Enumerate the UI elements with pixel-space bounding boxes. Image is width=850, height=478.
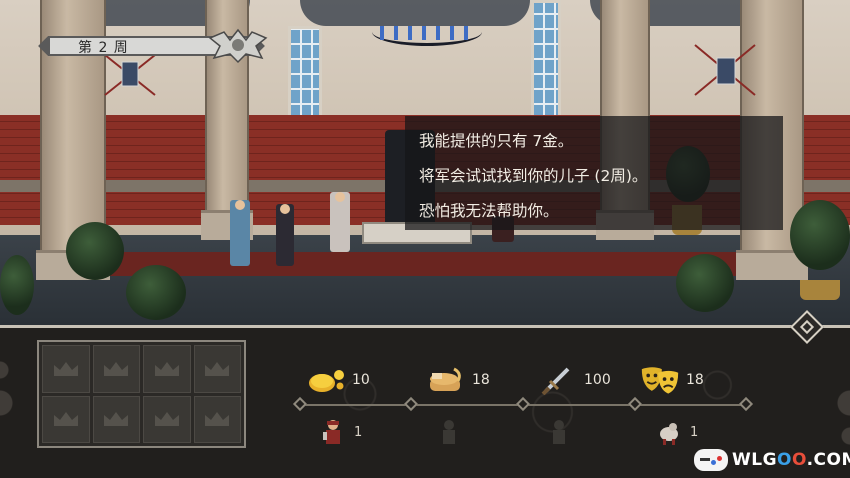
- dialogue-line: 我能提供的只有 7金。: [419, 132, 574, 150]
- crown-slot[interactable]: [92, 395, 140, 443]
- crown-slot[interactable]: [42, 345, 90, 393]
- dialogue-box[interactable]: 我能提供的只有 7金。 将军会试试找到你的儿子 (2周)。 恐怕我无法帮助你。: [405, 116, 783, 230]
- potted-plant: [66, 222, 124, 280]
- crown-slot[interactable]: [143, 345, 191, 393]
- bush: [0, 255, 34, 315]
- gamepad-icon: [694, 449, 728, 471]
- crown-icon: [104, 412, 129, 427]
- site-watermark: WLGOO.COM: [694, 449, 850, 471]
- sword-icon: [538, 363, 578, 397]
- food-value: 18: [472, 372, 490, 388]
- crown-slot[interactable]: [193, 395, 241, 443]
- week-label: 第 2 周: [78, 40, 129, 56]
- population-soldiers[interactable]: 1: [320, 418, 362, 446]
- crown-slot-grid: [37, 340, 246, 448]
- bush: [126, 265, 186, 320]
- plant-pot: [800, 280, 840, 300]
- population-slot-3[interactable]: [546, 418, 572, 446]
- crown-slot[interactable]: [193, 345, 241, 393]
- menu-diamond-button[interactable]: [790, 310, 824, 344]
- shadow-figure-icon: [546, 418, 572, 446]
- crown-slot[interactable]: [143, 395, 191, 443]
- crown-icon: [205, 412, 230, 427]
- resource-gold[interactable]: 10: [306, 362, 370, 398]
- soldiers-count: 1: [354, 424, 363, 440]
- ornament: [810, 348, 850, 458]
- population-slot-2[interactable]: [436, 418, 462, 446]
- crown-icon: [154, 412, 179, 427]
- girl-character[interactable]: [276, 204, 294, 266]
- resource-army[interactable]: 100: [538, 362, 611, 398]
- weapon-rack-icon: [694, 44, 756, 96]
- crown-icon: [104, 361, 129, 376]
- shadow-figure-icon: [436, 418, 462, 446]
- army-value: 100: [584, 372, 611, 388]
- dialogue-line: 恐怕我无法帮助你。: [419, 202, 559, 220]
- ornament: [0, 348, 40, 458]
- food-bread-icon: [426, 363, 466, 397]
- advisor-character[interactable]: [330, 192, 350, 252]
- lion-crest-icon: [208, 28, 268, 64]
- crown-icon: [53, 361, 78, 376]
- soldier-icon: [320, 418, 346, 446]
- crown-icon: [154, 361, 179, 376]
- chandelier: [372, 18, 482, 46]
- pig-figure-icon: [656, 418, 682, 446]
- theater-masks-icon: [640, 363, 680, 397]
- bush: [676, 254, 734, 312]
- population-companion[interactable]: 1: [656, 418, 698, 446]
- crown-icon: [205, 361, 230, 376]
- gold-coins-icon: [306, 363, 346, 397]
- potted-plant: [790, 200, 850, 270]
- morale-value: 18: [686, 372, 704, 388]
- crown-icon: [53, 412, 78, 427]
- crown-slot[interactable]: [42, 395, 90, 443]
- week-banner: 第 2 周: [38, 28, 268, 64]
- crown-slot[interactable]: [92, 345, 140, 393]
- resource-morale[interactable]: 18: [640, 362, 704, 398]
- gold-value: 10: [352, 372, 370, 388]
- dialogue-line: 将军会试试找到你的儿子 (2周)。: [419, 167, 648, 185]
- watermark-text: WLGOO.COM: [732, 450, 850, 470]
- knight-character[interactable]: [230, 200, 250, 266]
- resource-food[interactable]: 18: [426, 362, 490, 398]
- companion-count: 1: [690, 424, 699, 440]
